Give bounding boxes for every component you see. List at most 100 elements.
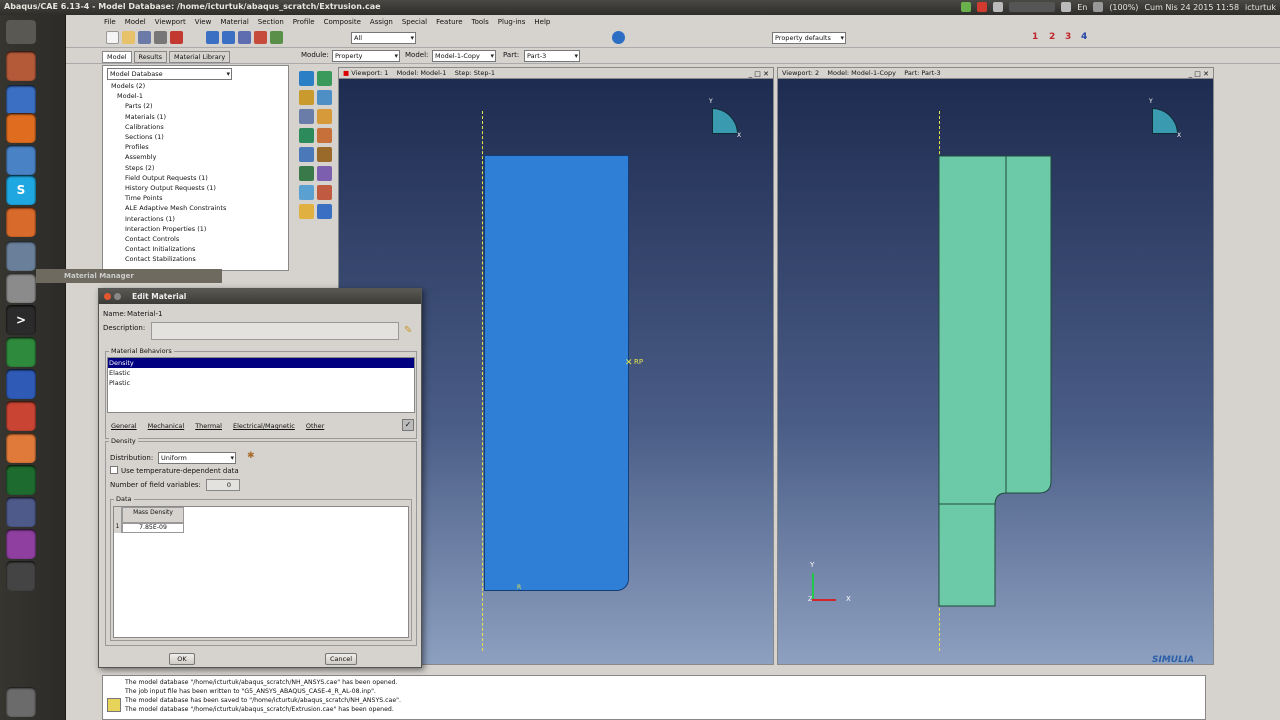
description-field[interactable]	[151, 322, 399, 340]
material-manager-titlebar[interactable]: Material Manager	[36, 269, 222, 283]
tree-item[interactable]: Contact Initializations	[125, 245, 195, 253]
column-header[interactable]: Mass Density	[122, 507, 184, 523]
menu-thermal[interactable]: Thermal	[195, 422, 222, 430]
menu-item[interactable]: Tools	[472, 18, 489, 26]
selection-filter-combo[interactable]: All	[351, 32, 416, 44]
tree-item[interactable]: Assembly	[125, 153, 156, 161]
behavior-item[interactable]: Plastic	[108, 378, 414, 388]
tab-material-library[interactable]: Material Library	[169, 51, 231, 63]
chrome-icon[interactable]	[6, 85, 36, 115]
menu-item[interactable]: View	[195, 18, 212, 26]
menu-item[interactable]: Model	[125, 18, 146, 26]
tree-item[interactable]: Profiles	[125, 143, 149, 151]
menu-item[interactable]: Help	[534, 18, 550, 26]
tool-icon[interactable]	[317, 166, 332, 181]
files-icon[interactable]	[6, 51, 36, 81]
tree-item[interactable]: Model-1	[117, 92, 143, 100]
command-prompt-icon[interactable]	[107, 698, 121, 712]
info-icon[interactable]	[612, 31, 625, 44]
tree-item[interactable]: Models (2)	[111, 82, 145, 90]
part-2-shape[interactable]	[938, 155, 1054, 607]
spreadsheet-icon[interactable]	[6, 337, 36, 367]
tool-icon[interactable]	[317, 204, 332, 219]
terminal-icon[interactable]: >	[6, 305, 36, 335]
menu-item[interactable]: Plug-ins	[498, 18, 526, 26]
view-1-button[interactable]: 1	[1032, 32, 1038, 42]
view-4-button[interactable]: 4	[1081, 32, 1087, 42]
record-icon[interactable]	[977, 2, 988, 12]
language-indicator[interactable]: En	[1077, 3, 1087, 12]
app-orange-icon[interactable]	[6, 433, 36, 463]
impress-icon[interactable]	[6, 401, 36, 431]
print-icon[interactable]	[154, 31, 167, 44]
menu-electrical-magnetic[interactable]: Electrical/Magnetic	[233, 422, 295, 430]
battery-indicator[interactable]: (100%)	[1109, 3, 1138, 12]
tool-icon[interactable]	[299, 185, 314, 200]
distribution-combo[interactable]: Uniform	[158, 452, 236, 464]
menu-item[interactable]: Assign	[370, 18, 393, 26]
tool-icon[interactable]	[317, 109, 332, 124]
save-icon[interactable]	[138, 31, 151, 44]
tree-item[interactable]: Parts (2)	[125, 102, 153, 110]
tab-results[interactable]: Results	[133, 51, 168, 63]
update-icon[interactable]	[961, 2, 972, 12]
module-combo[interactable]: Property	[332, 50, 400, 62]
tool-icon[interactable]	[299, 204, 314, 219]
part-1-shape[interactable]	[484, 155, 629, 591]
minimize-icon[interactable]	[114, 293, 121, 300]
skype-icon[interactable]: S	[6, 175, 36, 205]
tool-icon[interactable]	[299, 147, 314, 162]
delete-behavior-icon[interactable]: ✓	[402, 419, 414, 431]
tool-icon[interactable]	[299, 166, 314, 181]
thunderbird-icon[interactable]	[6, 145, 36, 175]
zoom-box-icon[interactable]	[254, 31, 267, 44]
menu-other[interactable]: Other	[306, 422, 324, 430]
close-icon[interactable]	[104, 293, 111, 300]
menu-item[interactable]: Composite	[324, 18, 361, 26]
chrome-icon[interactable]	[1061, 2, 1072, 12]
tree-item[interactable]: Interaction Properties (1)	[125, 225, 206, 233]
zoom-icon[interactable]	[238, 31, 251, 44]
distribution-settings-icon[interactable]: ✱	[247, 451, 255, 461]
tool-icon[interactable]	[317, 147, 332, 162]
fit-view-icon[interactable]	[270, 31, 283, 44]
tool-icon[interactable]	[299, 109, 314, 124]
menu-general[interactable]: General	[111, 422, 137, 430]
part-combo[interactable]: Part-3	[524, 50, 580, 62]
tool-icon[interactable]	[317, 185, 332, 200]
menu-item[interactable]: Viewport	[155, 18, 186, 26]
tree-item[interactable]: Time Points	[125, 194, 163, 202]
behavior-item[interactable]: Elastic	[108, 368, 414, 378]
tree-item[interactable]: Contact Controls	[125, 235, 179, 243]
tree-item[interactable]: Sections (1)	[125, 133, 164, 141]
tree-item[interactable]: History Output Requests (1)	[125, 184, 216, 192]
firefox-icon[interactable]	[6, 113, 36, 143]
database-combo[interactable]: Model Database	[107, 68, 232, 80]
tool-icon[interactable]	[299, 71, 314, 86]
app-purple-icon[interactable]	[6, 529, 36, 559]
model-combo[interactable]: Model-1-Copy	[432, 50, 496, 62]
tree-item[interactable]: Interactions (1)	[125, 215, 175, 223]
drive-icon[interactable]	[6, 561, 36, 591]
rotate-icon[interactable]	[222, 31, 235, 44]
cancel-button[interactable]: Cancel	[325, 653, 357, 665]
render-style-combo[interactable]: Property defaults	[772, 32, 846, 44]
tree-item[interactable]: ALE Adaptive Mesh Constraints	[125, 204, 226, 212]
menu-item[interactable]: Feature	[436, 18, 462, 26]
menu-item[interactable]: Profile	[293, 18, 315, 26]
user-name[interactable]: icturtuk	[1245, 3, 1276, 12]
tree-item[interactable]: Materials (1)	[125, 113, 166, 121]
ubuntu-dash-icon[interactable]	[6, 20, 36, 44]
matlab-icon[interactable]	[6, 207, 36, 237]
menu-item[interactable]: Special	[402, 18, 427, 26]
tree-item[interactable]: Calibrations	[125, 123, 164, 131]
clock[interactable]: Cum Nis 24 2015 11:58	[1144, 3, 1239, 12]
pan-icon[interactable]	[206, 31, 219, 44]
viewport-2[interactable]: Viewport: 2 Model: Model-1-Copy Part: Pa…	[777, 67, 1214, 665]
tree-item[interactable]: Contact Stabilizations	[125, 255, 196, 263]
network-icon[interactable]	[993, 2, 1004, 12]
display-icon[interactable]	[6, 241, 36, 271]
tool-icon[interactable]	[299, 128, 314, 143]
tree-item[interactable]: Steps (2)	[125, 164, 154, 172]
bluetooth-icon[interactable]	[1093, 2, 1104, 12]
